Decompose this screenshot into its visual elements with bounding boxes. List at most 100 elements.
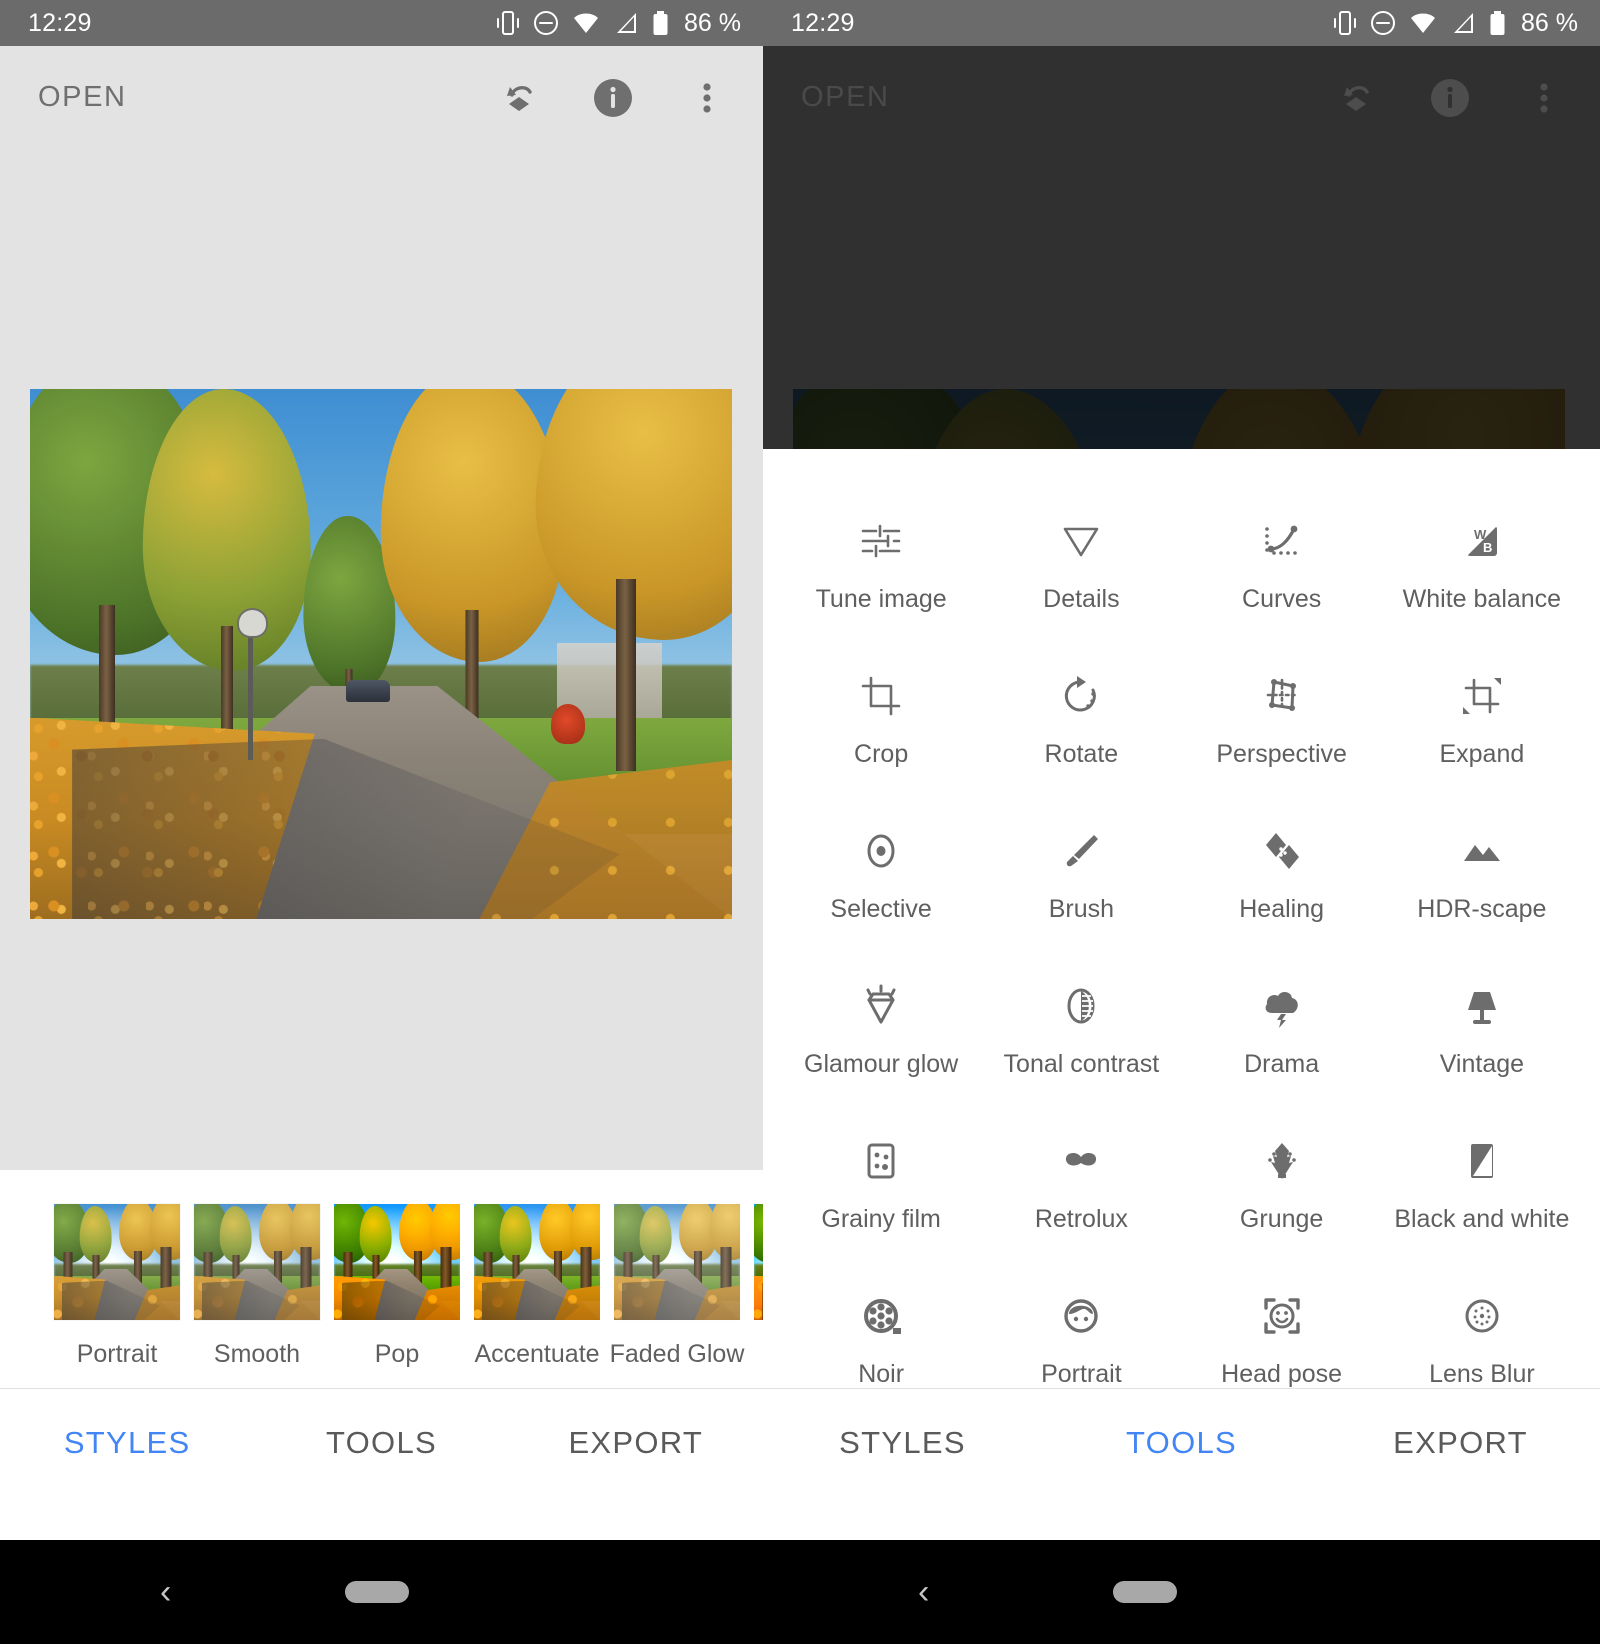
tool-item-healing[interactable]: Healing xyxy=(1182,811,1382,966)
back-icon[interactable]: ‹ xyxy=(160,1575,171,1609)
tonal-contrast-icon xyxy=(1055,976,1107,1036)
tool-item-hdr-scape[interactable]: HDR-scape xyxy=(1382,811,1582,966)
tool-label: Tune image xyxy=(816,585,947,614)
left-phone-panel: 12:29 xyxy=(0,0,763,1540)
tool-item-black-and-white[interactable]: Black and white xyxy=(1382,1121,1582,1276)
style-preset-item[interactable]: Accentuate xyxy=(467,1203,607,1369)
tool-item-brush[interactable]: Brush xyxy=(981,811,1181,966)
tool-item-drama[interactable]: Drama xyxy=(1182,966,1382,1121)
tool-label: Curves xyxy=(1242,585,1321,614)
tool-item-tune-image[interactable]: Tune image xyxy=(781,501,981,656)
tool-item-perspective[interactable]: Perspective xyxy=(1182,656,1382,811)
status-time: 12:29 xyxy=(28,9,92,38)
battery-percent: 86 % xyxy=(1521,9,1578,38)
tool-label: Details xyxy=(1043,585,1119,614)
style-thumbnail[interactable] xyxy=(473,1203,601,1321)
tab-tools[interactable]: TOOLS xyxy=(1042,1425,1321,1461)
tool-item-curves[interactable]: Curves xyxy=(1182,501,1382,656)
style-thumbnail[interactable] xyxy=(333,1203,461,1321)
nav-right: ‹ xyxy=(763,1540,1600,1644)
tool-label: Retrolux xyxy=(1035,1205,1128,1234)
tool-item-expand[interactable]: Expand xyxy=(1382,656,1582,811)
info-icon[interactable] xyxy=(1424,72,1476,124)
tool-item-rotate[interactable]: Rotate xyxy=(981,656,1181,811)
tool-item-noir[interactable]: Noir xyxy=(781,1276,981,1388)
style-preset-item[interactable]: Pop xyxy=(327,1203,467,1369)
tune-image-icon xyxy=(855,511,907,571)
style-label: Pop xyxy=(327,1340,467,1369)
tool-item-grainy-film[interactable]: Grainy film xyxy=(781,1121,981,1276)
overflow-menu-icon[interactable] xyxy=(1518,72,1570,124)
tool-item-selective[interactable]: Selective xyxy=(781,811,981,966)
details-icon xyxy=(1055,511,1107,571)
style-thumbnail[interactable] xyxy=(753,1203,763,1321)
tab-export[interactable]: EXPORT xyxy=(1321,1425,1600,1461)
grainy-film-icon xyxy=(855,1131,907,1191)
tool-label: Black and white xyxy=(1394,1205,1569,1234)
tool-item-details[interactable]: Details xyxy=(981,501,1181,656)
tool-item-portrait[interactable]: Portrait xyxy=(981,1276,1181,1388)
tool-item-head-pose[interactable]: Head pose xyxy=(1182,1276,1382,1388)
open-button[interactable]: OPEN xyxy=(38,81,127,114)
style-thumbnail[interactable] xyxy=(613,1203,741,1321)
overflow-menu-icon[interactable] xyxy=(681,72,733,124)
edited-photo[interactable] xyxy=(30,389,732,919)
grunge-icon xyxy=(1256,1131,1308,1191)
nav-left: ‹ xyxy=(0,1540,763,1644)
tool-item-retrolux[interactable]: Retrolux xyxy=(981,1121,1181,1276)
tool-label: Grainy film xyxy=(821,1205,940,1234)
brush-icon xyxy=(1055,821,1107,881)
tab-styles[interactable]: STYLES xyxy=(0,1425,254,1461)
tool-item-crop[interactable]: Crop xyxy=(781,656,981,811)
undo-stack-icon[interactable] xyxy=(493,72,545,124)
app-bar-right: OPEN xyxy=(763,46,1600,149)
style-preset-item[interactable]: Smooth xyxy=(187,1203,327,1369)
status-time: 12:29 xyxy=(791,9,855,38)
style-thumbnail[interactable] xyxy=(53,1203,181,1321)
tools-grid[interactable]: Tune image Details Curves WBWhite balance Cr… xyxy=(763,449,1600,1388)
tool-item-glamour-glow[interactable]: Glamour glow xyxy=(781,966,981,1121)
style-preset-item[interactable] xyxy=(747,1203,763,1340)
portrait-icon xyxy=(1055,1286,1107,1346)
style-label: Accentuate xyxy=(467,1340,607,1369)
android-nav-bar: ‹ ‹ xyxy=(0,1540,1600,1644)
rotate-icon xyxy=(1055,666,1107,726)
back-icon[interactable]: ‹ xyxy=(918,1575,929,1609)
cellular-signal-icon xyxy=(613,10,639,36)
dimmed-photo-canvas xyxy=(763,149,1600,449)
tool-label: Glamour glow xyxy=(804,1050,958,1079)
tab-styles[interactable]: STYLES xyxy=(763,1425,1042,1461)
dimmed-photo xyxy=(793,389,1565,449)
style-preset-item[interactable]: Faded Glow xyxy=(607,1203,747,1369)
info-icon[interactable] xyxy=(587,72,639,124)
black-and-white-icon xyxy=(1456,1131,1508,1191)
tool-label: Head pose xyxy=(1221,1360,1342,1388)
tab-tools[interactable]: TOOLS xyxy=(254,1425,508,1461)
home-pill-icon[interactable] xyxy=(1113,1581,1177,1603)
bottom-tab-bar-right[interactable]: STYLES TOOLS EXPORT xyxy=(763,1388,1600,1540)
battery-percent: 86 % xyxy=(684,9,741,38)
bottom-tab-bar-left[interactable]: STYLES TOOLS EXPORT xyxy=(0,1388,763,1540)
style-preset-item[interactable]: Portrait xyxy=(47,1203,187,1369)
styles-filmstrip[interactable]: Portrait Smooth xyxy=(0,1170,763,1388)
style-label: Smooth xyxy=(187,1340,327,1369)
battery-icon xyxy=(652,10,669,36)
curves-icon xyxy=(1256,511,1308,571)
tool-item-white-balance[interactable]: WBWhite balance xyxy=(1382,501,1582,656)
tool-label: Selective xyxy=(830,895,931,924)
tool-label: Perspective xyxy=(1216,740,1347,769)
open-button[interactable]: OPEN xyxy=(801,81,890,114)
style-label: Faded Glow xyxy=(607,1340,747,1369)
photo-canvas[interactable] xyxy=(0,149,763,1170)
tool-item-lens-blur[interactable]: Lens Blur xyxy=(1382,1276,1582,1388)
tool-label: Expand xyxy=(1439,740,1524,769)
home-pill-icon[interactable] xyxy=(345,1581,409,1603)
tool-item-vintage[interactable]: Vintage xyxy=(1382,966,1582,1121)
undo-stack-icon[interactable] xyxy=(1330,72,1382,124)
style-thumbnail[interactable] xyxy=(193,1203,321,1321)
tab-export[interactable]: EXPORT xyxy=(509,1425,763,1461)
crop-icon xyxy=(855,666,907,726)
tool-item-grunge[interactable]: Grunge xyxy=(1182,1121,1382,1276)
tool-item-tonal-contrast[interactable]: Tonal contrast xyxy=(981,966,1181,1121)
status-bar-right: 12:29 xyxy=(763,0,1600,46)
